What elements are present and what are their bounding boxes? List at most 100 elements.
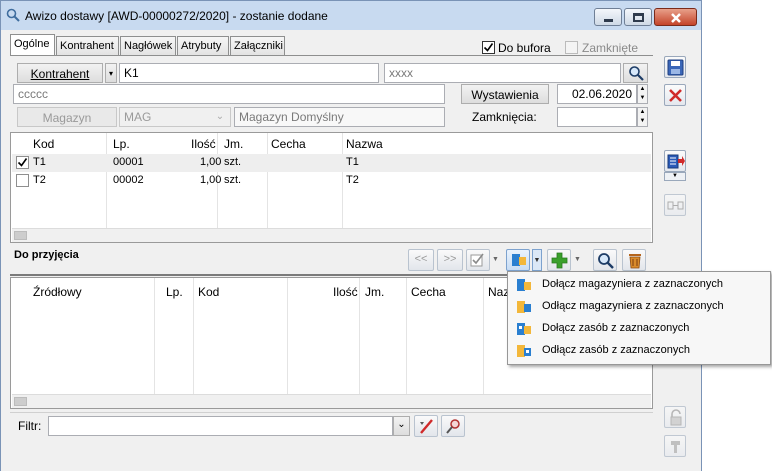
- zamkniecia-spinner[interactable]: ▲ ▼: [637, 107, 648, 127]
- column-header-cecha[interactable]: Cecha: [411, 285, 446, 299]
- spin-down-icon: ▼: [639, 95, 646, 101]
- warehouseman-dropdown[interactable]: ▼: [532, 249, 542, 271]
- chevron-down-icon: ▼: [533, 257, 541, 264]
- filter-dropdown[interactable]: ⌄: [393, 416, 410, 436]
- next-button[interactable]: >>: [437, 249, 463, 271]
- cell-nazwa: T1: [346, 156, 359, 168]
- prev-button[interactable]: <<: [408, 249, 434, 271]
- menu-item-detach-warehouseman[interactable]: Odłącz magazyniera z zaznaczonych: [510, 296, 768, 318]
- check-all-dropdown[interactable]: ▼: [491, 249, 500, 271]
- add-dropdown[interactable]: ▼: [573, 249, 582, 271]
- close-button[interactable]: [654, 8, 697, 26]
- scrollbar-thumb[interactable]: [14, 397, 27, 406]
- cell-nazwa: T2: [346, 174, 359, 186]
- kontrahent-code-field[interactable]: K1: [119, 63, 379, 83]
- cell-jm: szt.: [224, 174, 242, 186]
- red-x-icon: [669, 89, 682, 102]
- tools-button: [664, 435, 686, 457]
- cell-ilosc: 1,00: [200, 174, 222, 186]
- cell-lp: 00002: [113, 174, 144, 186]
- warehouseman-button[interactable]: [506, 249, 530, 271]
- chevron-down-icon: ▼: [574, 256, 581, 263]
- wystawienia-button-label: Wystawienia: [471, 88, 539, 102]
- detach-resource-icon: [517, 345, 531, 357]
- kontrahent-address-field[interactable]: ccccc: [13, 84, 445, 104]
- kontrahent-button[interactable]: Kontrahent: [17, 63, 103, 83]
- column-header-kod[interactable]: Kod: [198, 285, 219, 299]
- tab-naglowek[interactable]: Nagłówek: [120, 36, 176, 55]
- do-bufora-label: Do bufora: [498, 41, 551, 55]
- close-icon: [671, 13, 681, 23]
- clear-filter-button[interactable]: [414, 415, 438, 437]
- maximize-button[interactable]: [624, 8, 652, 26]
- spin-up-icon: ▲: [639, 86, 646, 92]
- magazyn-button: Magazyn: [17, 107, 117, 127]
- zamkniecia-date-field[interactable]: [557, 107, 637, 127]
- date-spinner[interactable]: ▲ ▼: [637, 84, 648, 104]
- column-header-ilosc[interactable]: Ilość: [191, 137, 216, 151]
- column-header-kod[interactable]: Kod: [33, 137, 54, 151]
- cancel-button[interactable]: [664, 84, 686, 106]
- clear-filter-icon: [420, 419, 433, 434]
- menu-item-attach-warehouseman[interactable]: Dołącz magazyniera z zaznaczonych: [510, 274, 768, 296]
- magnifier-icon: [628, 66, 644, 81]
- filter-search-icon: [446, 419, 460, 434]
- do-bufora-checkbox[interactable]: [482, 41, 495, 54]
- add-button[interactable]: [547, 249, 571, 271]
- column-header-nazwa[interactable]: Nazwa: [346, 137, 383, 151]
- magazyn-button-label: Magazyn: [42, 111, 92, 125]
- filter-builder-button[interactable]: [441, 415, 465, 437]
- table-row[interactable]: T1 00001 1,00 szt. T1: [12, 154, 651, 172]
- check-list-icon: [470, 253, 484, 267]
- column-header-lp[interactable]: Lp.: [113, 137, 130, 151]
- row-checkbox[interactable]: [16, 174, 29, 187]
- checkmark-icon: [483, 43, 494, 52]
- attach-resource-icon: [517, 323, 531, 335]
- minimize-button[interactable]: [594, 8, 622, 26]
- menu-item-attach-resource[interactable]: Dołącz zasób z zaznaczonych: [510, 318, 768, 340]
- wystawienia-button[interactable]: Wystawienia: [461, 84, 549, 104]
- attach-warehouseman-icon: [517, 279, 531, 291]
- link-icon: [667, 201, 684, 210]
- warehouseman-icon: [512, 254, 526, 266]
- column-header-jm[interactable]: Jm.: [365, 285, 384, 299]
- row-checkbox[interactable]: [16, 156, 29, 169]
- menu-item-detach-resource[interactable]: Odłącz zasób z zaznaczonych: [510, 340, 768, 362]
- zamkniete-label: Zamknięte: [582, 41, 639, 55]
- column-header-lp[interactable]: Lp.: [166, 285, 183, 299]
- tab-ogolne[interactable]: Ogólne: [10, 34, 55, 55]
- horizontal-scrollbar[interactable]: [12, 228, 651, 242]
- check-all-button[interactable]: [466, 249, 490, 271]
- search-button[interactable]: [593, 249, 617, 271]
- wystawienia-date-field[interactable]: 02.06.2020: [557, 84, 637, 104]
- search-app-icon: [6, 8, 20, 22]
- filter-label: Filtr:: [18, 419, 42, 433]
- delete-button[interactable]: [622, 249, 646, 271]
- kontrahent-dropdown-button[interactable]: ▾: [105, 63, 117, 83]
- link-button: [664, 194, 686, 216]
- table-row[interactable]: T2 00002 1,00 szt. T2: [12, 172, 651, 190]
- export-dropdown[interactable]: ▼: [664, 172, 686, 181]
- column-header-zrodlowy[interactable]: Źródłowy: [33, 285, 82, 299]
- tab-kontrahent[interactable]: Kontrahent: [56, 36, 119, 55]
- tab-zalaczniki[interactable]: Załączniki: [230, 36, 285, 55]
- desktop-area: [702, 0, 772, 471]
- kontrahent-name-field[interactable]: xxxx: [384, 63, 621, 83]
- column-header-jm[interactable]: Jm.: [224, 137, 243, 151]
- horizontal-scrollbar[interactable]: [12, 394, 651, 408]
- zamkniecia-label: Zamknięcia:: [472, 110, 537, 124]
- chevron-down-icon: ⌄: [397, 419, 406, 430]
- divider: [10, 412, 653, 413]
- cell-kod: T2: [33, 174, 46, 186]
- tab-atrybuty[interactable]: Atrybuty: [177, 36, 229, 55]
- filter-input[interactable]: [48, 416, 393, 436]
- chevron-down-icon: ⌄: [215, 111, 225, 122]
- column-header-ilosc[interactable]: Ilość: [333, 285, 358, 299]
- floppy-disk-icon: [667, 59, 684, 76]
- kontrahent-search-button[interactable]: [623, 63, 648, 83]
- export-button[interactable]: [664, 150, 686, 172]
- save-button[interactable]: [664, 56, 686, 78]
- column-header-cecha[interactable]: Cecha: [271, 137, 306, 151]
- cell-jm: szt.: [224, 156, 242, 168]
- scrollbar-thumb[interactable]: [14, 231, 27, 240]
